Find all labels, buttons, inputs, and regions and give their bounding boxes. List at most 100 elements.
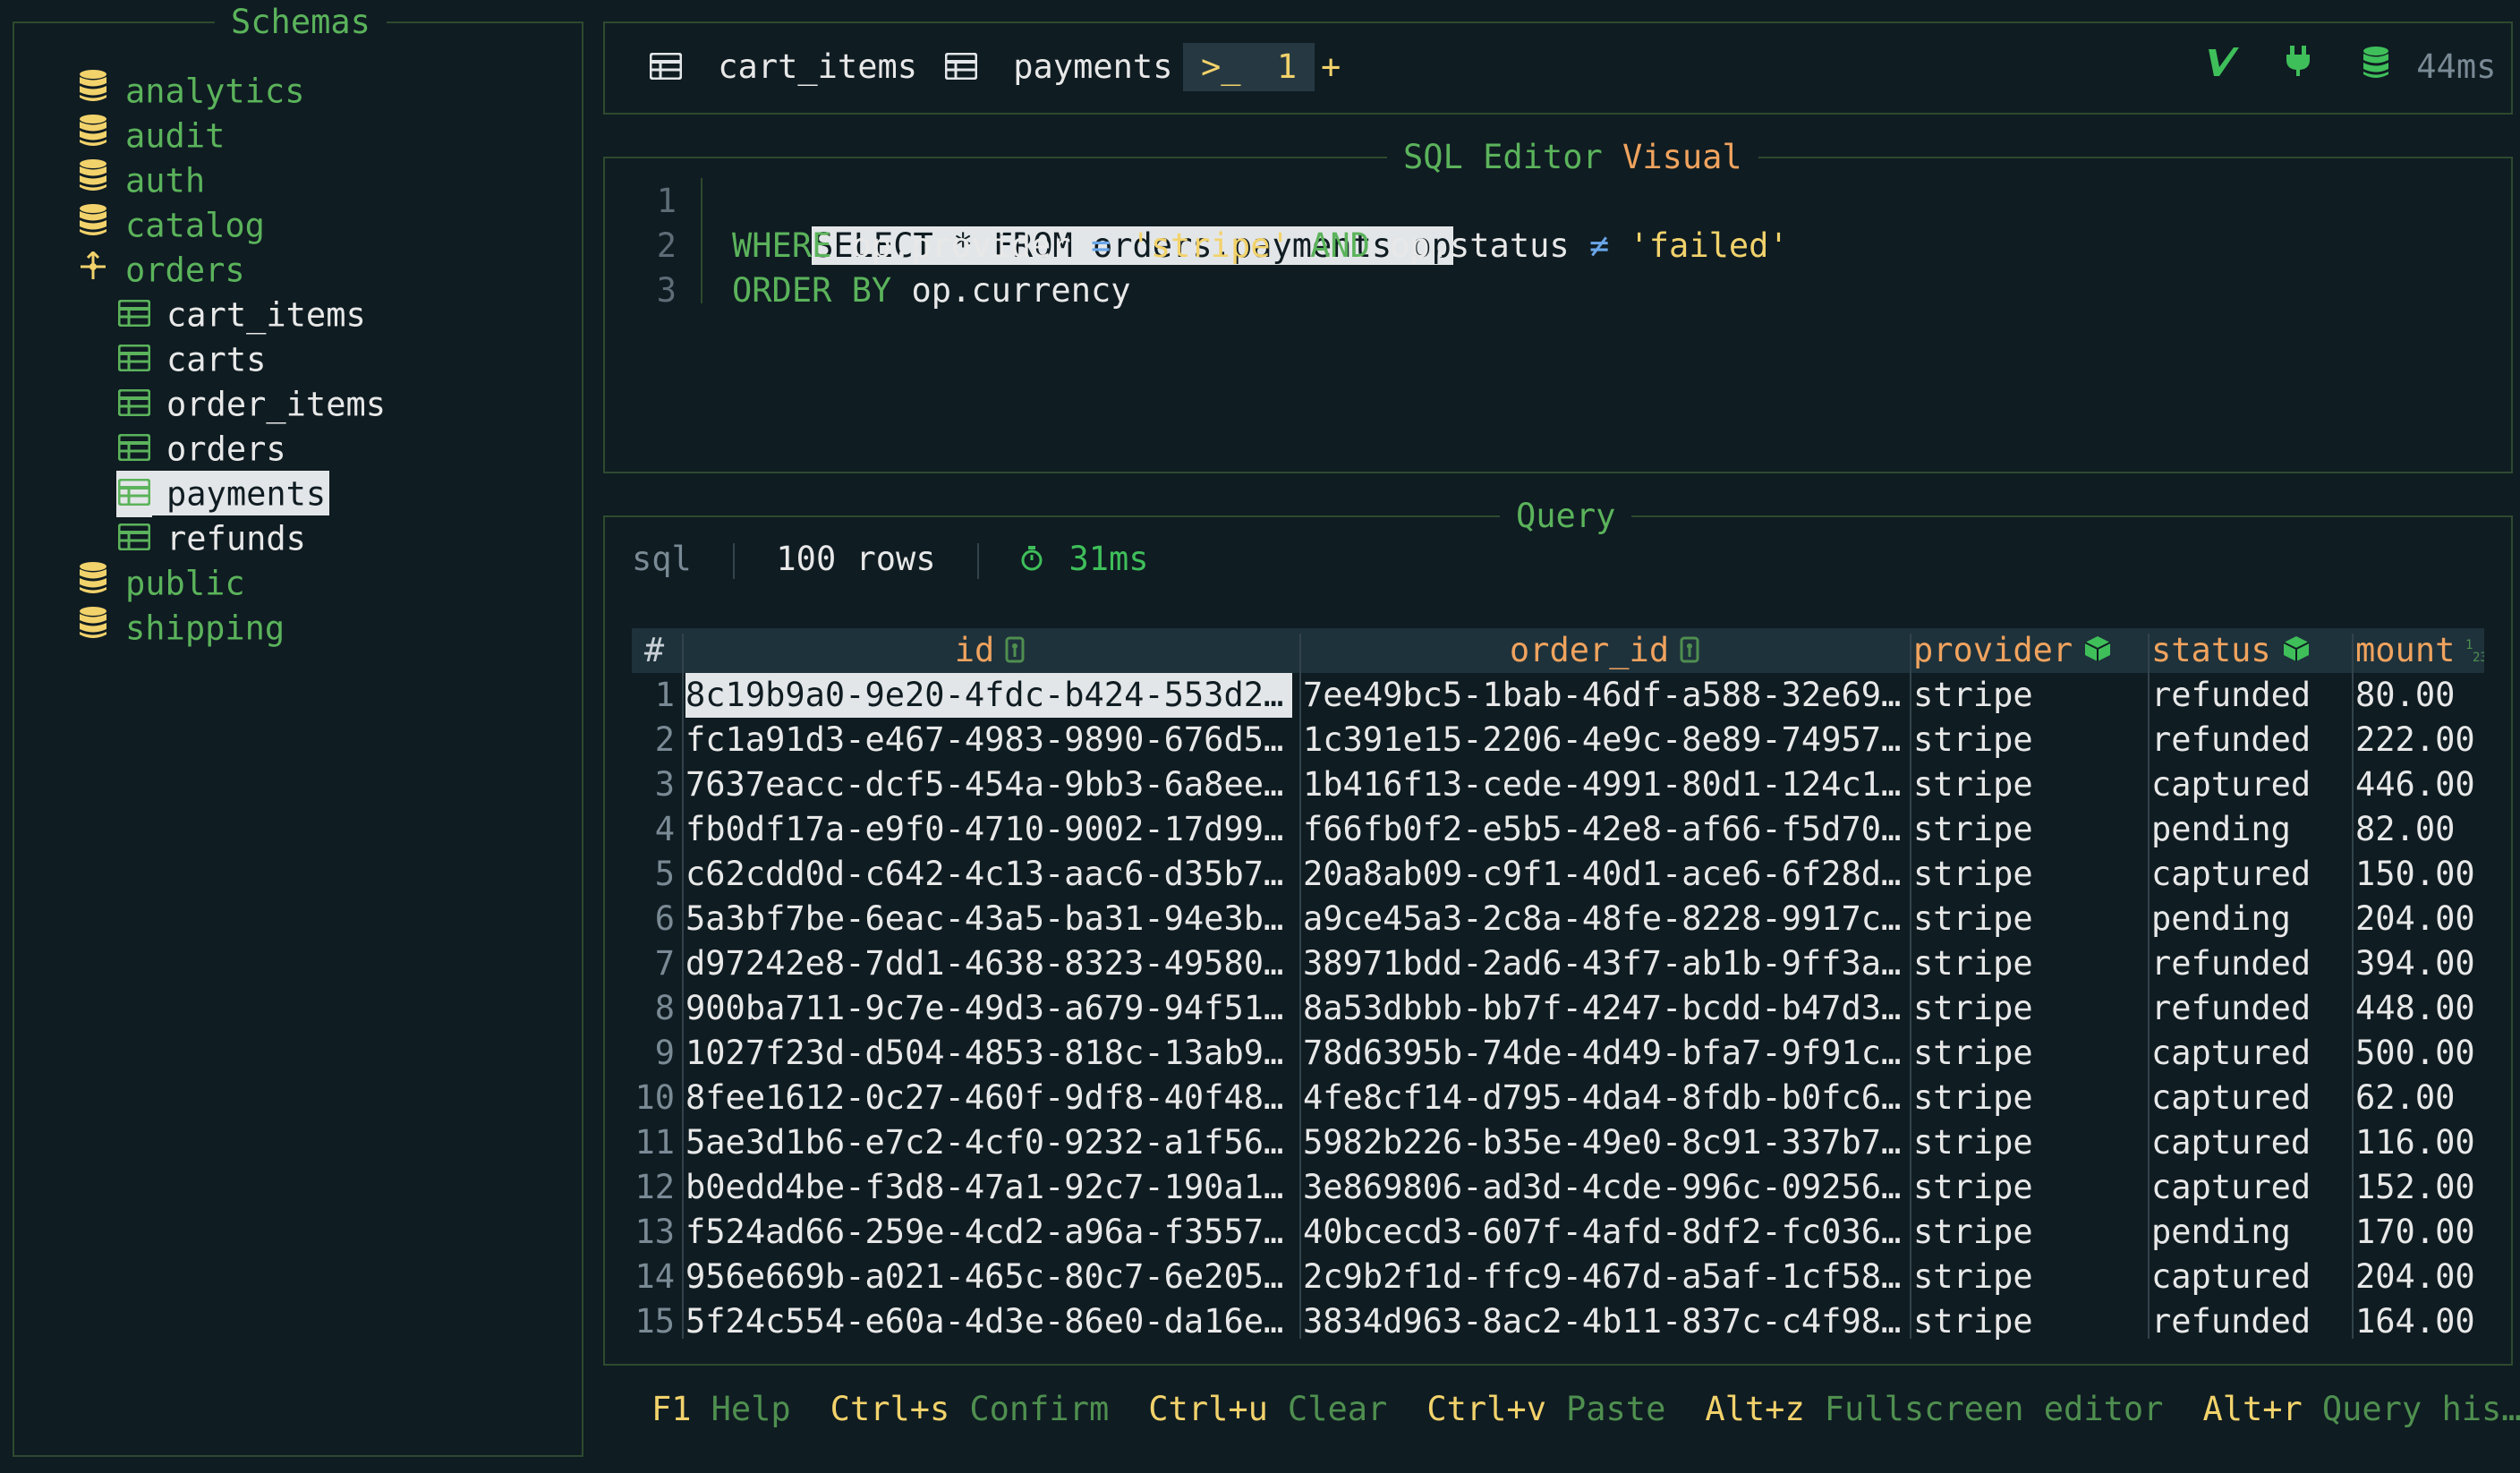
table-cell[interactable]: b0edd4be-f3d8-47a1-92c7-190a1… [685, 1165, 1294, 1210]
shortcut-label[interactable]: Query his… [2322, 1390, 2520, 1428]
table-cell[interactable]: refunded [2151, 941, 2348, 986]
sql-editor[interactable]: SQL Editor Visual 1 2 3 SELECT * FROM or… [603, 137, 2513, 473]
editor-mode-visual[interactable]: Visual [1622, 138, 1742, 176]
table-cell[interactable]: 5ae3d1b6-e7c2-4cf0-9232-a1f56… [685, 1120, 1294, 1165]
table-cell[interactable]: f524ad66-259e-4cd2-a96a-f3557… [685, 1210, 1294, 1255]
table-cell[interactable]: stripe [1913, 673, 2144, 718]
schema-item[interactable]: catalog [75, 202, 265, 247]
schema-item[interactable]: analytics [75, 68, 304, 113]
shortcut-label[interactable]: Help [711, 1390, 791, 1428]
table-cell[interactable]: refunded [2151, 673, 2348, 718]
table-cell[interactable]: stripe [1913, 807, 2144, 852]
plug-icon[interactable] [2284, 43, 2312, 91]
table-item[interactable]: carts [116, 336, 266, 381]
table-cell[interactable]: c62cdd0d-c642-4c13-aac6-d35b7… [685, 852, 1294, 897]
column-header[interactable]: status [2151, 628, 2348, 673]
column-header[interactable]: mount 123 [2355, 628, 2484, 673]
table-cell[interactable]: 62.00 [2355, 1076, 2484, 1120]
table-cell[interactable]: 204.00 [2355, 897, 2484, 941]
table-cell[interactable]: 170.00 [2355, 1210, 2484, 1255]
table-cell[interactable]: captured [2151, 762, 2348, 807]
table-cell[interactable]: 116.00 [2355, 1120, 2484, 1165]
table-cell[interactable]: captured [2151, 1031, 2348, 1076]
column-header[interactable]: provider [1913, 628, 2144, 673]
table-cell[interactable]: stripe [1913, 897, 2144, 941]
table-cell[interactable]: 20a8ab09-c9f1-40d1-ace6-6f28d… [1303, 852, 1906, 897]
table-cell[interactable]: stripe [1913, 1120, 2144, 1165]
table-item[interactable]: cart_items [116, 292, 366, 336]
table-cell[interactable]: stripe [1913, 1076, 2144, 1120]
code-line-3[interactable]: ORDER BY op.currency [732, 268, 1131, 313]
table-cell[interactable]: refunded [2151, 1299, 2348, 1344]
table-item[interactable]: orders [116, 426, 286, 471]
table-cell[interactable]: 78d6395b-74de-4d49-bfa7-9f91c… [1303, 1031, 1906, 1076]
table-item[interactable]: payments [116, 471, 330, 517]
table-cell[interactable]: 40bcecd3-607f-4afd-8df2-fc036… [1303, 1210, 1906, 1255]
table-cell[interactable]: 2c9b2f1d-ffc9-467d-a5af-1cf58… [1303, 1255, 1906, 1299]
table-cell[interactable]: 222.00 [2355, 718, 2484, 762]
table-cell[interactable]: 900ba711-9c7e-49d3-a679-94f51… [685, 986, 1294, 1031]
vim-icon[interactable] [2207, 43, 2241, 91]
table-cell[interactable]: 150.00 [2355, 852, 2484, 897]
table-cell[interactable]: 38971bdd-2ad6-43f7-ab1b-9ff3a… [1303, 941, 1906, 986]
table-cell[interactable]: stripe [1913, 1299, 2144, 1344]
table-cell[interactable]: 8a53dbbb-bb7f-4247-bcdd-b47d3… [1303, 986, 1906, 1031]
table-cell[interactable]: pending [2151, 897, 2348, 941]
table-cell[interactable]: stripe [1913, 1031, 2144, 1076]
table-cell[interactable]: fc1a91d3-e467-4983-9890-676d5… [685, 718, 1294, 762]
add-tab-button[interactable]: + [1321, 43, 1341, 91]
table-cell[interactable]: 394.00 [2355, 941, 2484, 986]
schema-item[interactable]: audit [75, 113, 225, 158]
table-cell[interactable]: a9ce45a3-2c8a-48fe-8228-9917c… [1303, 897, 1906, 941]
table-cell[interactable]: stripe [1913, 852, 2144, 897]
shortcut-label[interactable]: Confirm [969, 1390, 1109, 1428]
table-cell[interactable]: stripe [1913, 762, 2144, 807]
table-cell[interactable]: 164.00 [2355, 1299, 2484, 1344]
table-cell[interactable]: captured [2151, 1165, 2348, 1210]
table-cell[interactable]: captured [2151, 1120, 2348, 1165]
shortcut-label[interactable]: Fullscreen editor [1825, 1390, 2164, 1428]
tab-cart-items[interactable]: cart_items [649, 43, 917, 91]
schema-item[interactable]: orders [75, 247, 245, 292]
table-cell[interactable]: 4fe8cf14-d795-4da4-8fdb-b0fc6… [1303, 1076, 1906, 1120]
table-cell[interactable]: 3e869806-ad3d-4cde-996c-09256… [1303, 1165, 1906, 1210]
table-cell[interactable]: 80.00 [2355, 673, 2484, 718]
table-cell[interactable]: captured [2151, 1255, 2348, 1299]
tab-payments[interactable]: payments [944, 43, 1173, 91]
table-cell[interactable]: f66fb0f2-e5b5-42e8-af66-f5d70… [1303, 807, 1906, 852]
code-line-1[interactable]: SELECT * FROM orders.payments op [732, 179, 1453, 265]
table-cell[interactable]: 446.00 [2355, 762, 2484, 807]
table-cell[interactable]: 956e669b-a021-465c-80c7-6e205… [685, 1255, 1294, 1299]
table-cell[interactable]: 8c19b9a0-9e20-4fdc-b424-553d2… [685, 673, 1292, 718]
table-cell[interactable]: 1b416f13-cede-4991-80d1-124c1… [1303, 762, 1906, 807]
table-cell[interactable]: pending [2151, 1210, 2348, 1255]
table-item[interactable]: refunds [116, 515, 306, 560]
schema-item[interactable]: shipping [75, 605, 285, 650]
column-header[interactable]: # [632, 628, 677, 673]
column-header[interactable]: id [685, 628, 1294, 673]
table-cell[interactable]: 204.00 [2355, 1255, 2484, 1299]
schema-item[interactable]: public [75, 560, 245, 605]
table-cell[interactable]: d97242e8-7dd1-4638-8323-49580… [685, 941, 1294, 986]
table-cell[interactable]: captured [2151, 1076, 2348, 1120]
shortcut-label[interactable]: Clear [1288, 1390, 1387, 1428]
table-cell[interactable]: 448.00 [2355, 986, 2484, 1031]
table-cell[interactable]: 5f24c554-e60a-4d3e-86e0-da16e… [685, 1299, 1294, 1344]
schema-item[interactable]: auth [75, 158, 205, 202]
table-item[interactable]: order_items [116, 381, 386, 426]
table-cell[interactable]: stripe [1913, 1165, 2144, 1210]
column-header[interactable]: order_id [1303, 628, 1906, 673]
table-cell[interactable]: stripe [1913, 1255, 2144, 1299]
table-cell[interactable]: 152.00 [2355, 1165, 2484, 1210]
table-cell[interactable]: stripe [1913, 1210, 2144, 1255]
shortcut-label[interactable]: Paste [1566, 1390, 1665, 1428]
tab-query-1[interactable]: >_ 1 [1183, 43, 1315, 91]
table-cell[interactable]: 500.00 [2355, 1031, 2484, 1076]
code-line-2[interactable]: WHERE op.provider = 'stripe' AND op.stat… [732, 224, 1789, 268]
table-cell[interactable]: 7637eacc-dcf5-454a-9bb3-6a8ee… [685, 762, 1294, 807]
table-cell[interactable]: 82.00 [2355, 807, 2484, 852]
table-cell[interactable]: 5982b226-b35e-49e0-8c91-337b7… [1303, 1120, 1906, 1165]
table-cell[interactable]: fb0df17a-e9f0-4710-9002-17d99… [685, 807, 1294, 852]
table-cell[interactable]: 5a3bf7be-6eac-43a5-ba31-94e3b… [685, 897, 1294, 941]
table-cell[interactable]: stripe [1913, 941, 2144, 986]
